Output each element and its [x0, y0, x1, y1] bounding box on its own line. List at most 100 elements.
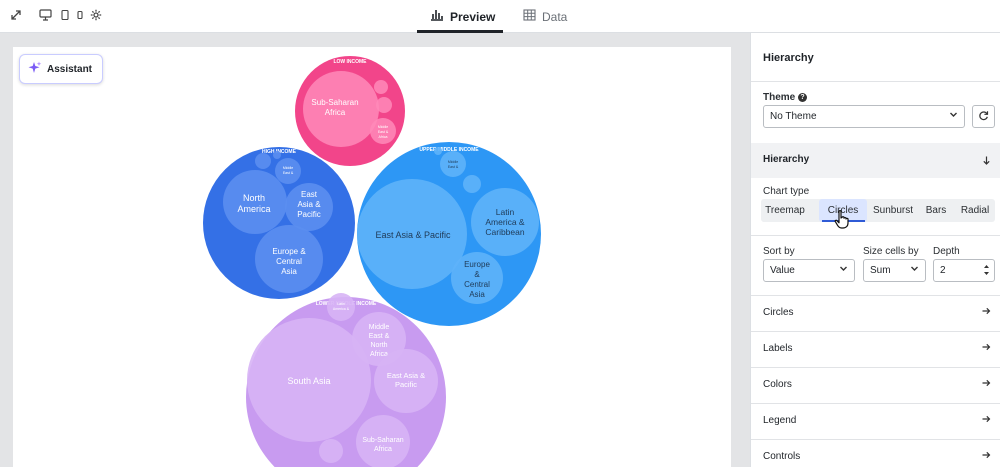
tab-data-label: Data: [542, 9, 568, 24]
child-label: East &: [378, 130, 389, 134]
expand-icon[interactable]: [9, 9, 23, 23]
depth-stepper[interactable]: 2: [933, 259, 995, 282]
chart-type-radial[interactable]: Radial: [957, 199, 993, 222]
child-label: East Asia &: [387, 371, 425, 380]
chevron-down-icon: [949, 110, 958, 122]
section-label: Legend: [763, 415, 797, 426]
child-label: Latin: [337, 302, 345, 306]
child-label: Africa: [325, 108, 346, 117]
child-circle[interactable]: [440, 151, 466, 177]
sort-by-label: Sort by: [763, 246, 795, 257]
bar-chart-icon: [430, 9, 444, 24]
depth-value: 2: [940, 265, 946, 276]
table-icon: [523, 9, 536, 24]
child-label: East &: [283, 171, 294, 175]
divider: [751, 235, 1000, 236]
desktop-icon[interactable]: [38, 9, 52, 23]
panel-title: Hierarchy: [763, 52, 814, 64]
theme-select[interactable]: No Theme: [763, 105, 965, 128]
chart-type-label: Chart type: [763, 186, 810, 197]
child-label: &: [474, 270, 480, 279]
child-label: Middle: [448, 160, 458, 164]
section-circles[interactable]: Circles: [751, 295, 1000, 330]
child-label: Middle: [283, 166, 293, 170]
child-circle[interactable]: [255, 153, 271, 169]
child-label: East: [301, 190, 318, 199]
chevron-down-icon: [839, 264, 848, 276]
size-by-value: Sum: [870, 265, 891, 276]
preview-stage: Assistant LOW INCOME Sub-Saharan Africa …: [0, 33, 750, 467]
sort-by-value: Value: [770, 265, 795, 276]
chevron-down-icon: [910, 264, 919, 276]
arrow-right-icon: [981, 306, 991, 319]
group-upper-middle-income[interactable]: UPPER MIDDLE INCOME East Asia & Pacific …: [357, 142, 541, 326]
child-circle[interactable]: [463, 175, 481, 193]
child-label: East Asia & Pacific: [375, 230, 451, 240]
child-label: East &: [448, 165, 459, 169]
section-label: Labels: [763, 343, 793, 354]
arrow-right-icon: [981, 342, 991, 355]
child-label: Sub-Saharan: [362, 437, 403, 444]
child-label: North: [370, 342, 387, 349]
child-label: Africa: [374, 446, 392, 453]
child-label: Pacific: [395, 380, 417, 389]
chart-type-sunburst[interactable]: Sunburst: [867, 199, 919, 222]
tab-data[interactable]: Data: [523, 0, 567, 33]
child-label: America: [237, 204, 270, 214]
chart-canvas: Assistant LOW INCOME Sub-Saharan Africa …: [13, 47, 731, 467]
refresh-theme-button[interactable]: [972, 105, 995, 128]
section-controls[interactable]: Controls: [751, 439, 1000, 474]
child-label: Middle: [369, 324, 390, 331]
section-legend[interactable]: Legend: [751, 403, 1000, 438]
sort-by-select[interactable]: Value: [763, 259, 855, 282]
group-low-income[interactable]: LOW INCOME Sub-Saharan Africa Middle Eas…: [295, 56, 405, 166]
theme-select-value: No Theme: [770, 111, 817, 122]
child-label: Pacific: [297, 210, 321, 219]
child-circle[interactable]: [434, 147, 442, 155]
child-circle[interactable]: [273, 151, 281, 159]
group-high-income[interactable]: HIGH INCOME North America East Asia & Pa…: [203, 147, 355, 299]
child-circle[interactable]: [319, 439, 343, 463]
section-colors[interactable]: Colors: [751, 367, 1000, 402]
tab-preview[interactable]: Preview: [430, 0, 495, 33]
child-label: Middle: [378, 125, 388, 129]
chart-type-bars[interactable]: Bars: [921, 199, 951, 222]
child-label: America &: [485, 217, 525, 227]
stepper-arrows-icon[interactable]: [983, 263, 990, 280]
size-by-select[interactable]: Sum: [863, 259, 926, 282]
size-by-label: Size cells by: [863, 246, 919, 257]
child-label: America &: [333, 307, 350, 311]
top-toolbar: Preview Data: [0, 0, 1000, 33]
child-circle[interactable]: [376, 97, 392, 113]
chart-type-treemap[interactable]: Treemap: [761, 199, 809, 222]
depth-label: Depth: [933, 246, 960, 257]
child-label: Europe &: [272, 247, 306, 256]
child-label: South Asia: [287, 376, 330, 386]
refresh-icon: [978, 110, 989, 124]
child-label: Sub-Saharan: [311, 98, 358, 107]
arrow-right-icon: [981, 414, 991, 427]
help-icon[interactable]: ?: [798, 92, 808, 102]
child-label: Caribbean: [485, 227, 524, 237]
child-label: North: [243, 193, 265, 203]
phone-icon[interactable]: [73, 9, 87, 23]
child-circle[interactable]: [374, 80, 388, 94]
child-label: Europe: [464, 260, 490, 269]
child-label: Asia: [469, 290, 485, 299]
section-label: Circles: [763, 307, 794, 318]
theme-label-row: Theme ?: [763, 92, 808, 103]
child-label: East &: [369, 333, 390, 340]
settings-icon[interactable]: [89, 9, 103, 23]
tab-preview-label: Preview: [450, 9, 496, 24]
child-label: Central: [276, 257, 302, 266]
hierarchy-section-header[interactable]: Hierarchy: [751, 143, 1000, 178]
section-label: Colors: [763, 379, 792, 390]
divider: [751, 81, 1000, 82]
arrow-down-icon: [982, 153, 991, 171]
tablet-icon[interactable]: [58, 9, 72, 23]
child-label: Central: [464, 280, 490, 289]
arrow-right-icon: [981, 450, 991, 463]
child-label: Asia &: [297, 200, 321, 209]
section-labels[interactable]: Labels: [751, 331, 1000, 366]
chart-type-segmented-control: Treemap Circles Sunburst Bars Radial: [761, 199, 995, 222]
